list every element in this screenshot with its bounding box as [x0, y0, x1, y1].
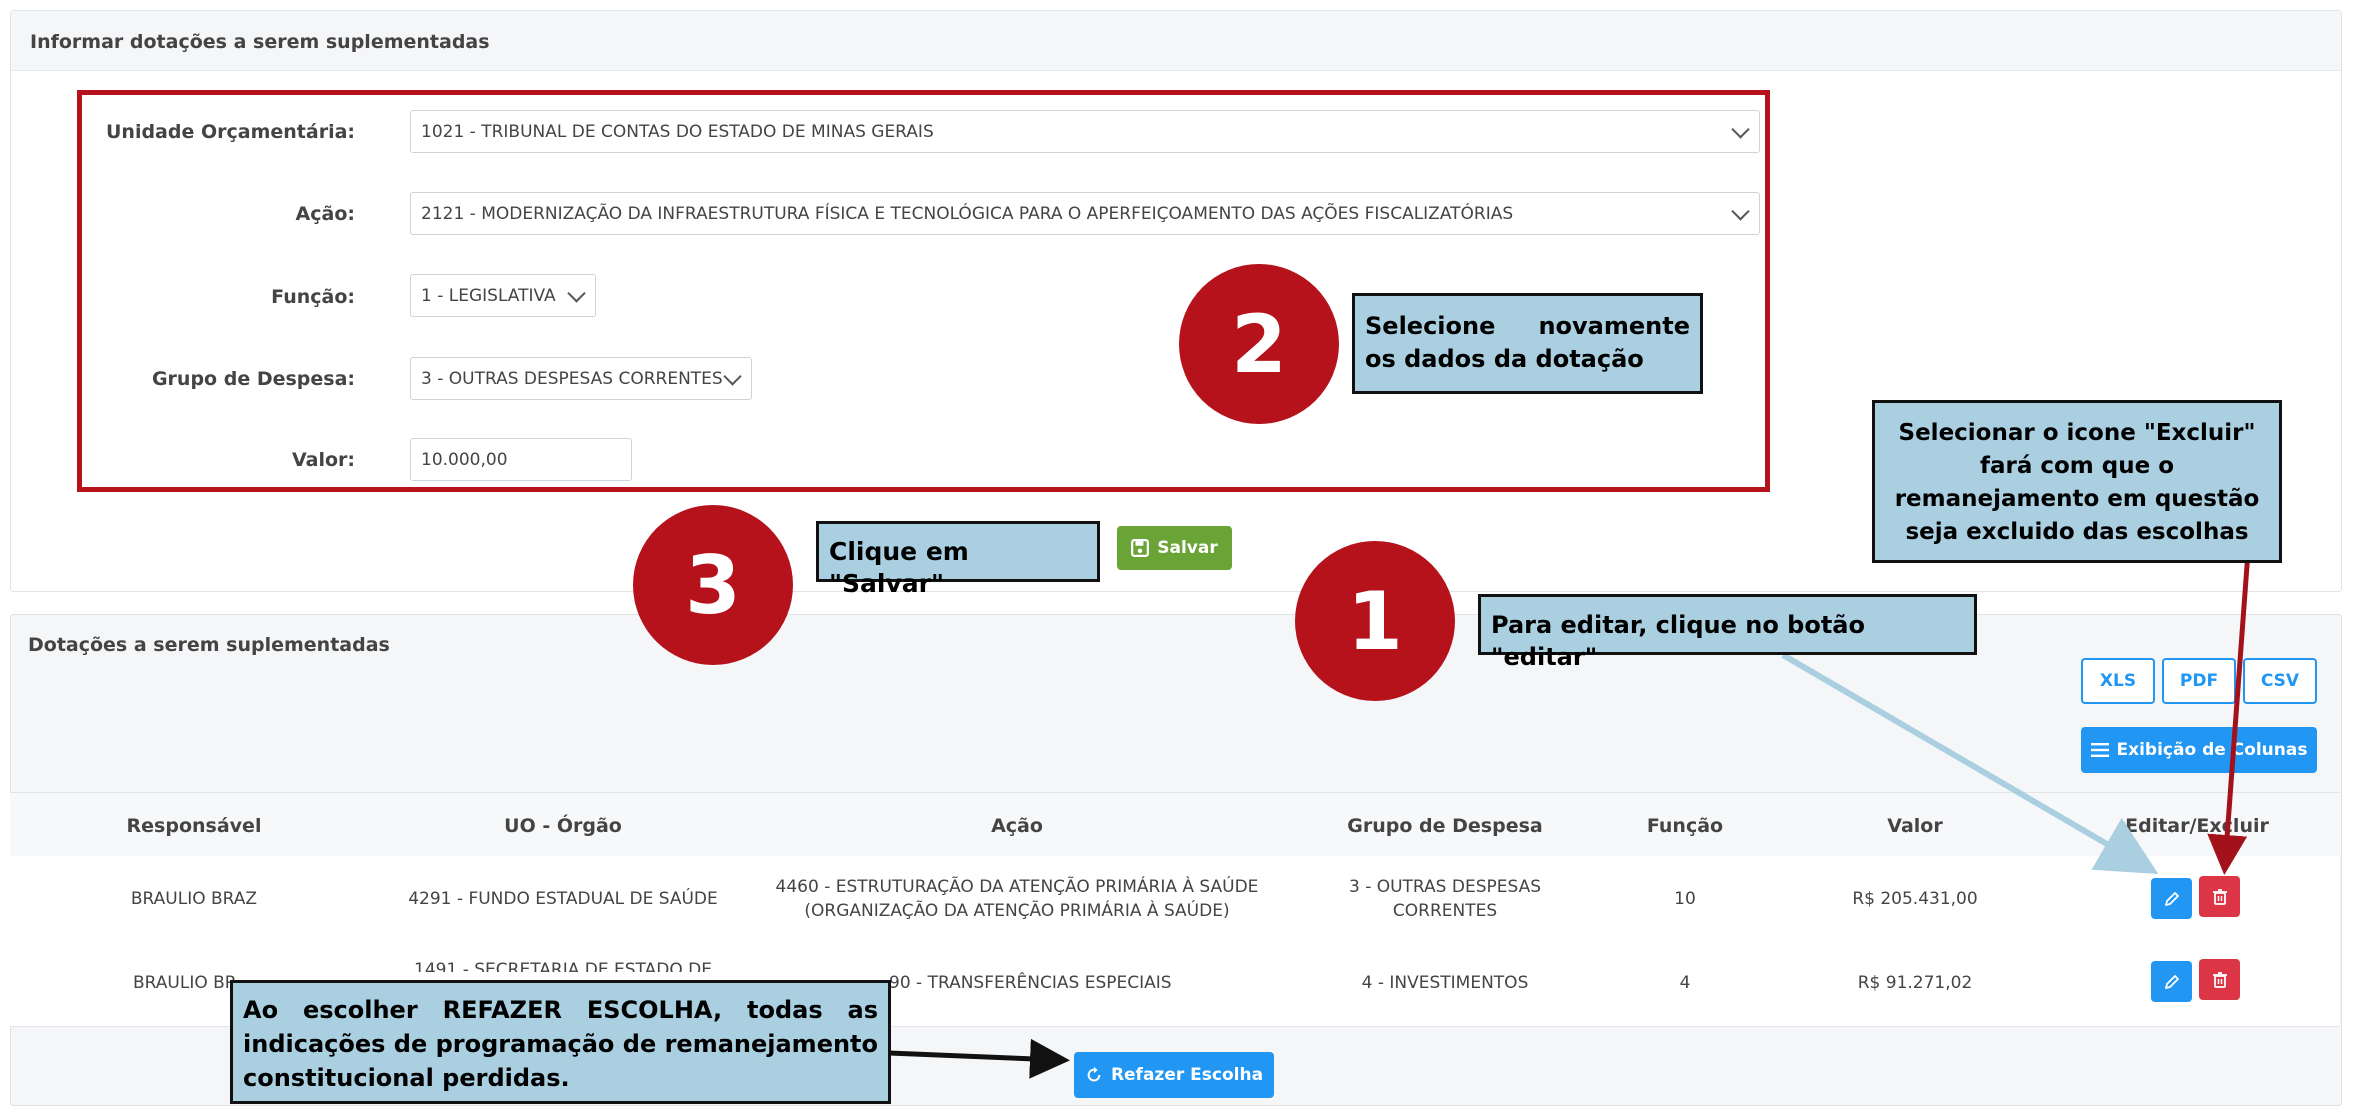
cell-grupo: 4 - INVESTIMENTOS [1361, 973, 1529, 993]
cell-valor: R$ 205.431,00 [1852, 889, 1978, 909]
csv-button[interactable]: CSV [2243, 658, 2317, 704]
cell-acao: 4460 - ESTRUTURAÇÃO DA ATENÇÃO PRIMÁRIA … [775, 877, 1259, 921]
step-2-callout: Selecione novamente os dados da dotação [1352, 293, 1703, 394]
chevron-down-icon [1731, 119, 1750, 139]
unidade-value: 1021 - TRIBUNAL DE CONTAS DO ESTADO DE M… [421, 121, 934, 142]
form-panel-title: Informar dotações a serem suplementadas [11, 11, 2341, 71]
redo-choice-label: Refazer Escolha [1110, 1065, 1264, 1085]
refresh-icon [1087, 1066, 1101, 1082]
unidade-label: Unidade Orçamentária: [105, 121, 355, 143]
chevron-down-icon [567, 283, 586, 303]
cell-acao: 90 - TRANSFERÊNCIAS ESPECIAIS [889, 973, 1172, 993]
edit-button[interactable] [2151, 878, 2192, 919]
edit-button[interactable] [2151, 961, 2192, 1002]
pencil-icon [2164, 891, 2179, 906]
col-header-responsavel: Responsável [126, 815, 262, 837]
valor-label: Valor: [291, 449, 355, 471]
step-2-badge: 2 [1179, 264, 1339, 424]
col-header-uo: UO - Órgão [504, 815, 622, 837]
grupo-label: Grupo de Despesa: [151, 368, 355, 390]
valor-input[interactable]: 10.000,00 [410, 438, 632, 481]
step-1-badge: 1 [1295, 541, 1455, 701]
valor-value: 10.000,00 [421, 449, 508, 470]
funcao-label: Função: [271, 286, 355, 308]
trash-icon [2212, 888, 2227, 905]
chevron-down-icon [1731, 201, 1750, 221]
cell-uo: 1491 - SECRETARIA DE ESTADO DE [414, 960, 712, 972]
col-header-acao: Ação [991, 815, 1043, 837]
cell-responsavel: BRAULIO BR [133, 973, 237, 993]
redo-text: Ao escolher REFAZER ESCOLHA, todas as in… [243, 996, 879, 1092]
save-label: Salvar [1157, 538, 1218, 558]
col-header-grupo: Grupo de Despesa [1347, 815, 1543, 837]
redo-choice-button[interactable]: Refazer Escolha [1074, 1052, 1274, 1098]
col-header-editar-excluir: Editar/Excluir [2125, 815, 2269, 837]
delete-callout: Selecionar o icone "Excluir" fará com qu… [1872, 400, 2282, 563]
chevron-down-icon [723, 366, 742, 386]
cell-responsavel: BRAULIO BRAZ [130, 889, 258, 909]
cell-grupo: 3 - OUTRAS DESPESAS CORRENTES [1348, 877, 1542, 921]
list-icon [2090, 743, 2109, 757]
column-display-button[interactable]: Exibição de Colunas [2081, 727, 2317, 773]
unidade-select[interactable]: 1021 - TRIBUNAL DE CONTAS DO ESTADO DE M… [410, 110, 1760, 153]
list-panel-title: Dotações a serem suplementadas [28, 634, 390, 656]
delete-text: Selecionar o icone "Excluir" fará com qu… [1894, 420, 2260, 545]
pencil-icon [2164, 974, 2179, 989]
cell-funcao: 4 [1679, 973, 1691, 993]
acao-select[interactable]: 2121 - MODERNIZAÇÃO DA INFRAESTRUTURA FÍ… [410, 192, 1760, 235]
save-button[interactable]: Salvar [1117, 526, 1232, 570]
cell-uo: 4291 - FUNDO ESTADUAL DE SAÚDE [408, 889, 718, 909]
funcao-select[interactable]: 1 - LEGISLATIVA [410, 274, 596, 317]
step-3-badge: 3 [633, 505, 793, 665]
grupo-value: 3 - OUTRAS DESPESAS CORRENTES [421, 368, 723, 389]
trash-icon [2212, 971, 2227, 988]
step-2-text: Selecione novamente os dados da dotação [1365, 312, 1690, 373]
xls-button[interactable]: XLS [2081, 658, 2155, 704]
grupo-select[interactable]: 3 - OUTRAS DESPESAS CORRENTES [410, 357, 752, 400]
column-display-label: Exibição de Colunas [2116, 740, 2308, 760]
delete-button[interactable] [2199, 959, 2240, 1000]
step-3-callout: Clique em "Salvar" [816, 521, 1100, 598]
cell-valor: R$ 91.271,02 [1857, 973, 1973, 993]
col-header-funcao: Função [1646, 815, 1724, 837]
step-1-callout: Para editar, clique no botão "editar" [1478, 594, 1977, 671]
pdf-button[interactable]: PDF [2162, 658, 2236, 704]
delete-button[interactable] [2199, 876, 2240, 917]
floppy-disk-icon [1131, 539, 1150, 557]
cell-funcao: 10 [1674, 889, 1696, 909]
col-header-valor: Valor [1887, 815, 1943, 837]
acao-label: Ação: [295, 203, 355, 225]
funcao-value: 1 - LEGISLATIVA [421, 285, 556, 306]
redo-callout: Ao escolher REFAZER ESCOLHA, todas as in… [230, 980, 891, 1104]
acao-value: 2121 - MODERNIZAÇÃO DA INFRAESTRUTURA FÍ… [421, 203, 1514, 224]
